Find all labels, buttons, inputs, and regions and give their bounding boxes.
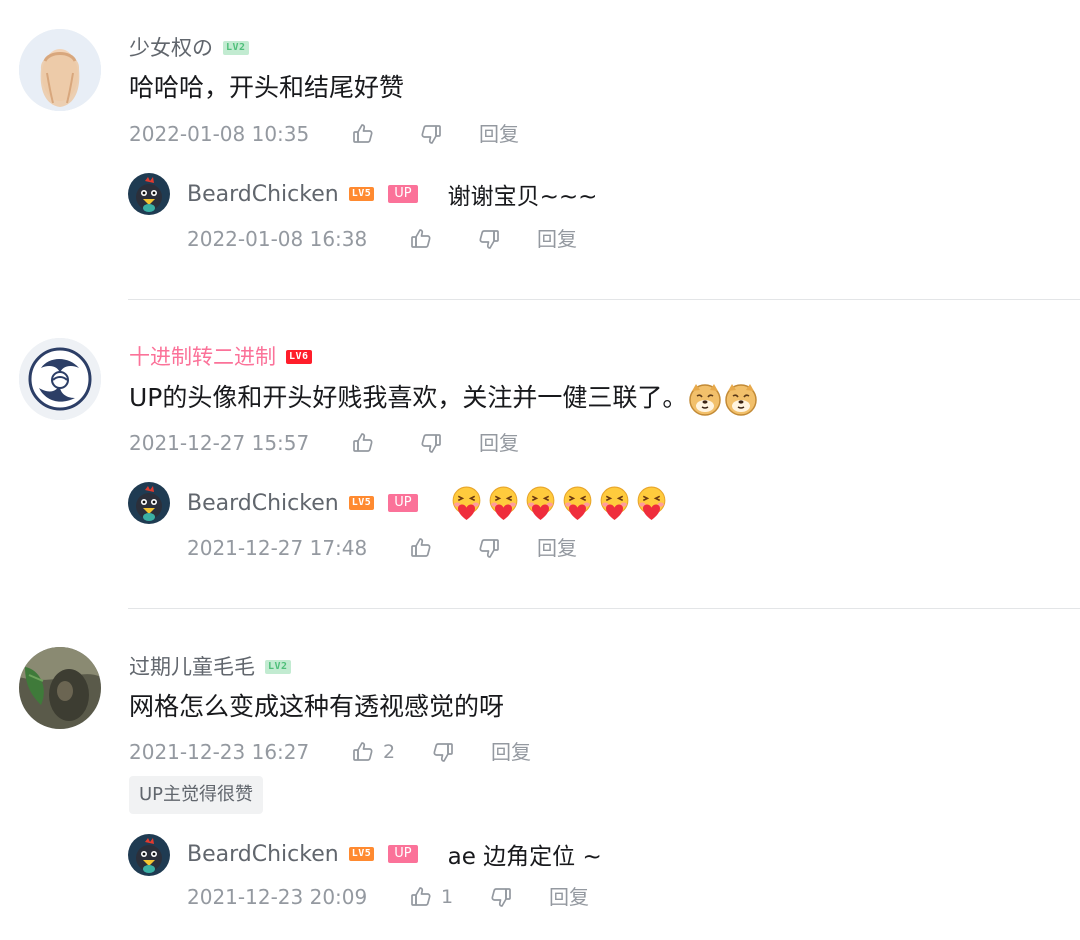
timestamp: 2021-12-23 16:27 (129, 740, 310, 764)
reply-button[interactable]: 回复 (479, 121, 519, 147)
timestamp: 2021-12-27 15:57 (129, 431, 310, 455)
heart-hug-emoji-icon (448, 485, 485, 522)
reply-text: 谢谢宝贝~~~ (447, 184, 598, 210)
thumbs-up-icon (351, 431, 375, 455)
like-button[interactable]: 1 (409, 884, 489, 910)
timestamp: 2022-01-08 10:35 (129, 122, 310, 146)
doge-emoji-icon (687, 381, 723, 417)
level-badge: LV2 (265, 660, 291, 674)
divider (128, 608, 1080, 609)
dislike-button[interactable] (419, 122, 479, 146)
timestamp: 2021-12-27 17:48 (187, 536, 368, 560)
reply-line: BeardChicken LV5 UP ae 边角定位 ~ (187, 837, 602, 871)
thumbs-down-icon (419, 122, 443, 146)
comment-meta: 2022-01-08 10:35 回复 (129, 121, 519, 147)
up-badge: UP (388, 185, 418, 203)
comment-text: 哈哈哈，开头和结尾好赞 (129, 73, 405, 102)
heart-hug-emoji-icon (485, 485, 522, 522)
username[interactable]: 少女权の LV2 (129, 35, 249, 61)
reply-meta: 2022-01-08 16:38 回复 (187, 226, 577, 252)
avatar[interactable] (19, 647, 101, 729)
reply-button[interactable]: 回复 (491, 739, 531, 765)
like-button[interactable] (351, 431, 419, 455)
reply-avatar[interactable] (128, 482, 170, 524)
username-text[interactable]: 少女权の (129, 35, 213, 61)
comment-text: 网格怎么变成这种有透视感觉的呀 (129, 692, 505, 721)
reply-button[interactable]: 回复 (537, 535, 577, 561)
timestamp: 2022-01-08 16:38 (187, 227, 368, 251)
like-button[interactable] (409, 536, 477, 560)
thumbs-down-icon (477, 227, 501, 251)
reply-line: BeardChicken LV5 UP (187, 485, 670, 521)
like-count: 2 (383, 741, 396, 763)
reply-meta: 2021-12-23 20:09 1 回复 (187, 884, 589, 910)
heart-hug-emoji-icon (522, 485, 559, 522)
reply-avatar[interactable] (128, 834, 170, 876)
username-text[interactable]: 十进制转二进制 (129, 344, 276, 370)
avatar[interactable] (19, 338, 101, 420)
heart-hug-emoji-icon (633, 485, 670, 522)
heart-hug-emoji-icon (596, 485, 633, 522)
comment-meta: 2021-12-27 15:57 回复 (129, 430, 519, 456)
thumbs-down-icon (419, 431, 443, 455)
level-badge: LV5 (348, 187, 375, 201)
thumbs-up-icon (351, 740, 375, 764)
thumbs-up-icon (409, 885, 433, 909)
reply-button[interactable]: 回复 (537, 226, 577, 252)
reply-meta: 2021-12-27 17:48 回复 (187, 535, 577, 561)
thumbs-up-icon (409, 227, 433, 251)
username-text[interactable]: 过期儿童毛毛 (129, 654, 255, 680)
comment-text: UP的头像和开头好贱我喜欢，关注并一健三联了。 (129, 381, 759, 417)
reply-text: ae 边角定位 ~ (447, 844, 602, 870)
doge-emoji-icon (723, 381, 759, 417)
divider (128, 299, 1080, 300)
up-badge: UP (388, 494, 418, 512)
dislike-button[interactable] (477, 227, 537, 251)
level-badge: LV5 (348, 496, 375, 510)
reply-text (448, 485, 670, 522)
like-count: 1 (441, 886, 454, 908)
thumbs-up-icon (409, 536, 433, 560)
like-button[interactable] (409, 227, 477, 251)
like-button[interactable]: 2 (351, 739, 431, 765)
dislike-button[interactable] (477, 536, 537, 560)
username[interactable]: 过期儿童毛毛 LV2 (129, 654, 291, 680)
level-badge: LV5 (348, 847, 375, 861)
like-button[interactable] (351, 122, 419, 146)
up-liked-tag: UP主觉得很赞 (129, 776, 264, 814)
reply-button[interactable]: 回复 (479, 430, 519, 456)
reply-username[interactable]: BeardChicken (187, 842, 339, 867)
level-badge: LV6 (286, 350, 312, 364)
comment-text-body: UP的头像和开头好贱我喜欢，关注并一健三联了。 (129, 383, 688, 412)
up-badge: UP (388, 845, 418, 863)
dislike-button[interactable] (489, 885, 549, 909)
thumbs-down-icon (431, 740, 455, 764)
reply-line: BeardChicken LV5 UP 谢谢宝贝~~~ (187, 177, 597, 211)
heart-hug-emoji-icon (559, 485, 596, 522)
level-badge: LV2 (223, 41, 249, 55)
avatar[interactable] (19, 29, 101, 111)
reply-button[interactable]: 回复 (549, 884, 589, 910)
username[interactable]: 十进制转二进制 LV6 (129, 344, 312, 370)
timestamp: 2021-12-23 20:09 (187, 885, 368, 909)
thumbs-up-icon (351, 122, 375, 146)
reply-username[interactable]: BeardChicken (187, 182, 339, 207)
thumbs-down-icon (477, 536, 501, 560)
thumbs-down-icon (489, 885, 513, 909)
reply-avatar[interactable] (128, 173, 170, 215)
dislike-button[interactable] (431, 740, 491, 764)
dislike-button[interactable] (419, 431, 479, 455)
reply-username[interactable]: BeardChicken (187, 491, 339, 516)
comment-meta: 2021-12-23 16:27 2 回复 (129, 739, 531, 765)
